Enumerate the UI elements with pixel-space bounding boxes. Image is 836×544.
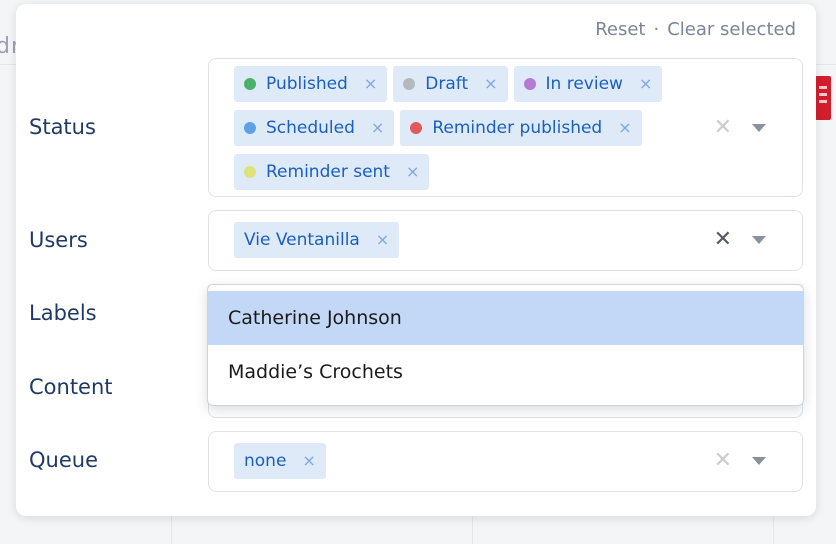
filter-panel: Reset · Clear selected Status Published …: [16, 4, 816, 516]
content-label: Content: [29, 375, 113, 399]
status-select[interactable]: Published × Draft × In review × Schedule…: [208, 58, 803, 197]
clear-icon[interactable]: ✕: [714, 117, 732, 139]
remove-icon[interactable]: ×: [376, 232, 389, 248]
remove-icon[interactable]: ×: [618, 120, 631, 136]
option-catherine-johnson[interactable]: Catherine Johnson: [208, 291, 803, 345]
clear-icon[interactable]: ✕: [714, 229, 732, 251]
background-thumbnail[interactable]: [815, 76, 831, 120]
panel-actions: Reset · Clear selected: [595, 19, 796, 40]
users-chips: Vie Ventanilla ×: [234, 222, 674, 258]
chevron-down-icon[interactable]: [752, 124, 766, 132]
chip-label: Reminder sent: [266, 162, 390, 182]
users-select[interactable]: Vie Ventanilla × ✕: [208, 210, 803, 271]
status-dot-icon: [244, 166, 256, 178]
remove-icon[interactable]: ×: [371, 120, 384, 136]
remove-icon[interactable]: ×: [302, 453, 315, 469]
queue-chips: none ×: [234, 443, 674, 479]
status-dot-icon: [523, 78, 536, 90]
remove-icon[interactable]: ×: [406, 164, 419, 180]
chevron-down-icon[interactable]: [752, 236, 766, 244]
users-dropdown-menu: Catherine Johnson Maddie’s Crochets: [207, 284, 804, 406]
chip-queue: none ×: [234, 443, 326, 479]
chip-label: Published: [266, 74, 348, 94]
chip-in-review: In review ×: [513, 66, 663, 102]
chip-draft: Draft ×: [393, 66, 508, 102]
status-dot-icon: [244, 78, 256, 90]
chip-label: none: [244, 451, 287, 471]
remove-icon[interactable]: ×: [484, 76, 497, 92]
clear-selected-button[interactable]: Clear selected: [667, 19, 796, 40]
queue-label: Queue: [29, 448, 98, 472]
separator: ·: [653, 19, 660, 40]
chip-reminder-published: Reminder published ×: [400, 110, 642, 146]
chip-label: Scheduled: [266, 118, 355, 138]
status-label: Status: [29, 115, 96, 139]
status-dot-icon: [244, 122, 256, 134]
users-label: Users: [29, 228, 88, 252]
background-column-line: [472, 516, 473, 544]
clear-icon[interactable]: ✕: [714, 450, 732, 472]
status-chips: Published × Draft × In review × Schedule…: [234, 66, 674, 190]
labels-label: Labels: [29, 301, 97, 325]
chip-scheduled: Scheduled ×: [234, 110, 395, 146]
chip-label: In review: [545, 74, 623, 94]
background-column-line: [171, 516, 172, 544]
queue-select[interactable]: none × ✕: [208, 431, 803, 492]
reset-button[interactable]: Reset: [595, 19, 645, 40]
chip-label: Vie Ventanilla: [244, 230, 360, 250]
chip-published: Published ×: [234, 66, 388, 102]
option-maddies-crochets[interactable]: Maddie’s Crochets: [208, 345, 803, 399]
remove-icon[interactable]: ×: [639, 76, 652, 92]
background-column-line: [773, 516, 774, 544]
chip-label: Reminder published: [432, 118, 603, 138]
status-dot-icon: [410, 122, 423, 134]
chevron-down-icon[interactable]: [752, 457, 766, 465]
chip-user: Vie Ventanilla ×: [234, 222, 400, 258]
chip-reminder-sent: Reminder sent ×: [234, 154, 430, 190]
status-dot-icon: [403, 78, 416, 90]
chip-label: Draft: [425, 74, 469, 94]
remove-icon[interactable]: ×: [364, 76, 377, 92]
